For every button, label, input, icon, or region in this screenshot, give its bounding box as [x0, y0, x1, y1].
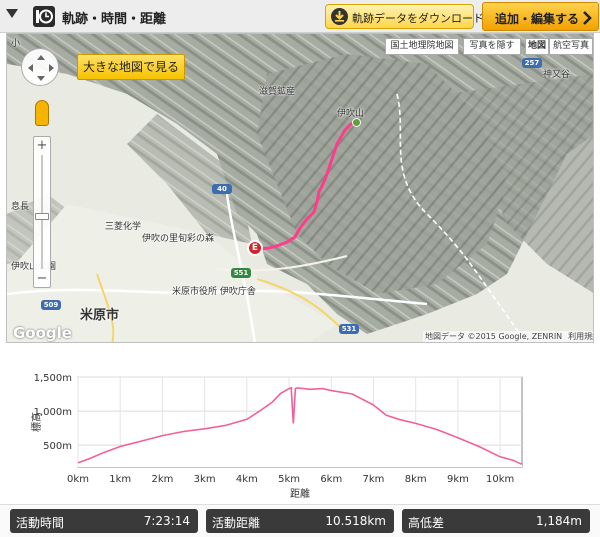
x-tick-label: 10km — [486, 474, 514, 485]
x-tick-labels: 0km 1km 2km 3km 4km 5km 6km 7km 8km 9km 10km — [67, 474, 514, 485]
map-label-kamimatadani: 神又谷 — [543, 70, 571, 80]
terms-link[interactable]: 利用規約 — [568, 332, 593, 341]
stat-activity-distance: 活動距離 10.518km — [206, 509, 394, 533]
stat-time-label: 活動時間 — [16, 516, 65, 530]
download-track-button[interactable]: 軌跡データをダウンロード — [325, 4, 484, 29]
route-badge: 531 — [339, 324, 359, 334]
summit-marker-icon[interactable] — [352, 118, 361, 127]
end-marker-icon[interactable]: E — [247, 240, 263, 256]
terrain-background — [7, 34, 593, 342]
maptype-gsi[interactable]: 国土地理院地図 — [385, 38, 459, 55]
x-tick-label: 8km — [405, 474, 427, 485]
route-badge: 40 — [212, 184, 232, 194]
x-tick-label: 2km — [151, 474, 173, 485]
maptype-satellite[interactable]: 航空写真 — [549, 38, 593, 55]
y-tick-label: 1,500m — [34, 373, 72, 384]
map-label-ibuki: 伊吹山 — [337, 109, 365, 119]
x-tick-label: 1km — [109, 474, 131, 485]
chevron-right-icon — [582, 10, 592, 29]
section-header: 軌跡・時間・距離 軌跡データをダウンロード 追加・編集する — [0, 0, 600, 33]
clock-icon — [33, 6, 55, 27]
route-badge: 551 — [231, 268, 251, 278]
stat-elev-label: 高低差 — [408, 516, 445, 530]
map-label-city-office: 米原市役所 伊吹庁舎 — [172, 287, 256, 297]
zoom-slider-thumb[interactable] — [35, 213, 49, 220]
stat-activity-time: 活動時間 7:23:14 — [10, 509, 198, 533]
zoom-track[interactable] — [41, 155, 43, 269]
pan-control[interactable] — [21, 48, 59, 86]
large-map-button[interactable]: 大きな地図で見る — [77, 54, 185, 80]
x-tick-label: 9km — [447, 474, 469, 485]
streetview-pegman-icon[interactable] — [35, 100, 49, 126]
elevation-chart[interactable]: 500m1,000m1,500m 0km 1km 2km 3km 4km 5km 6km 7k… — [0, 360, 600, 500]
maptype-map[interactable]: 地図 — [525, 38, 549, 55]
map-label-shiga-mine: 滋賀鉱産 — [259, 87, 296, 97]
copyright-text: 地図データ ©2015 Google, ZENRIN — [425, 332, 563, 341]
map-copyright: 地図データ ©2015 Google, ZENRIN 利用規約 — [423, 331, 593, 342]
map-label-small: 小 — [11, 39, 21, 49]
x-tick-label: 6km — [320, 474, 342, 485]
add-edit-button[interactable]: 追加・編集する — [482, 2, 599, 31]
route-badge: 509 — [41, 300, 61, 310]
x-tick-label: 5km — [278, 474, 300, 485]
collapse-toggle-icon[interactable] — [6, 9, 18, 18]
x-tick-label: 3km — [194, 474, 216, 485]
map-label-nagaoka: 息長 — [11, 202, 30, 212]
x-tick-label: 7km — [363, 474, 385, 485]
activity-stats: 活動時間 7:23:14 活動距離 10.518km 高低差 1,184m — [0, 504, 600, 537]
x-axis-label: 距離 — [290, 487, 310, 500]
route-badge: 257 — [522, 58, 542, 68]
download-icon — [331, 8, 348, 25]
maptype-hide-photos[interactable]: 写真を隠す — [463, 38, 521, 55]
zoom-control: + − — [33, 136, 51, 288]
pan-arrows-icon — [28, 55, 54, 81]
route-map[interactable]: 伊吹山 滋賀鉱産 三菱化学 伊吹の里旬彩の森 米原市役所 伊吹庁舎 米原市 息長… — [6, 33, 594, 343]
map-label-maibara: 米原市 — [80, 308, 120, 323]
x-tick-label: 0km — [67, 474, 89, 485]
stat-distance-label: 活動距離 — [212, 516, 261, 530]
y-tick-label: 500m — [43, 441, 72, 452]
zoom-out-button[interactable]: − — [34, 271, 50, 287]
download-track-label: 軌跡データをダウンロード — [352, 12, 484, 25]
stat-distance-value: 10.518km — [325, 514, 386, 528]
stat-elevation-gain: 高低差 1,184m — [402, 509, 590, 533]
map-label-satomori: 伊吹の里旬彩の森 — [142, 234, 215, 244]
map-label-mitsubishi: 三菱化学 — [105, 222, 142, 232]
y-axis-label: 標高 — [30, 412, 43, 432]
zoom-in-button[interactable]: + — [34, 138, 50, 154]
x-tick-label: 4km — [236, 474, 258, 485]
stat-time-value: 7:23:14 — [143, 514, 190, 528]
add-edit-label: 追加・編集する — [495, 12, 580, 26]
google-logo: Google — [13, 324, 72, 342]
stat-elev-value: 1,184m — [535, 514, 582, 528]
section-title: 軌跡・時間・距離 — [62, 12, 167, 27]
